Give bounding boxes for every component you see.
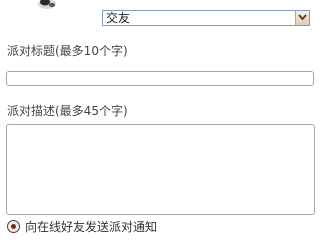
title-input[interactable]: [6, 71, 314, 86]
chevron-down-icon: [298, 14, 307, 21]
title-label: 派对标题(最多10个字): [7, 44, 128, 58]
avatar-icon: [30, 0, 64, 10]
notify-friends-label: 向在线好友发送派对通知: [25, 220, 158, 234]
dropdown-button[interactable]: [295, 11, 309, 25]
description-label: 派对描述(最多45个字): [7, 104, 128, 118]
party-type-select[interactable]: 交友: [102, 10, 310, 26]
radio-selected-icon[interactable]: [7, 220, 20, 233]
description-textarea[interactable]: [6, 124, 315, 215]
radio-dot: [11, 224, 16, 229]
party-type-value: 交友: [106, 11, 131, 25]
